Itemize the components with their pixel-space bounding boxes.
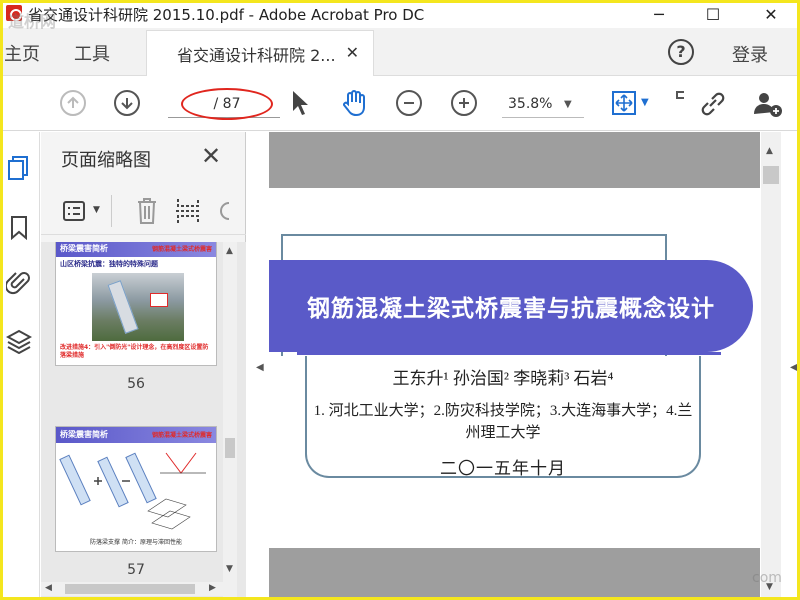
menu-home[interactable]: 主页 bbox=[4, 40, 40, 66]
zoom-level[interactable]: 35.8% bbox=[508, 96, 552, 112]
minimize-button[interactable]: ─ bbox=[636, 0, 682, 28]
delete-icon[interactable] bbox=[135, 196, 159, 226]
document-view[interactable]: 钢筋混凝土梁式桥震害与抗震概念设计 王东升¹ 孙治国² 李晓莉³ 石岩⁴ 1. … bbox=[247, 132, 800, 597]
fit-page-icon[interactable] bbox=[610, 89, 638, 117]
panel-close-icon[interactable]: ✕ bbox=[201, 142, 221, 170]
close-tab-icon[interactable]: ✕ bbox=[346, 43, 359, 62]
thumbnail-hscrollbar[interactable]: ◀ ▶ bbox=[41, 582, 223, 596]
options-icon[interactable] bbox=[63, 199, 89, 223]
title-bar: 省交通设计科研院 2015.10.pdf - Adobe Acrobat Pro… bbox=[0, 0, 800, 28]
login-button[interactable]: 登录 bbox=[732, 41, 768, 67]
zoom-underline bbox=[502, 117, 584, 118]
watermark-top-left: 道桥网 bbox=[8, 12, 57, 31]
rotate-icon[interactable] bbox=[217, 199, 231, 223]
thumb-subtitle: 山区桥梁抗震：独特的特殊问题 bbox=[60, 260, 158, 268]
extract-page-icon[interactable] bbox=[175, 196, 201, 226]
thumb-tag: 钢筋混凝土梁式桥震害 bbox=[151, 246, 212, 253]
thumbnails-list: 桥梁震害简析 钢筋混凝土梁式桥震害 山区桥梁抗震：独特的特殊问题 改进措施4：引… bbox=[41, 242, 246, 597]
options-dropdown-icon[interactable]: ▼ bbox=[93, 205, 100, 215]
window-title: 省交通设计科研院 2015.10.pdf - Adobe Acrobat Pro… bbox=[28, 6, 425, 24]
bookmark-icon[interactable] bbox=[6, 214, 32, 240]
thumb-tag: 钢筋混凝土梁式桥震害 bbox=[151, 432, 212, 439]
menu-tools[interactable]: 工具 bbox=[74, 40, 110, 66]
maximize-button[interactable]: ☐ bbox=[690, 0, 736, 28]
watermark-bottom-right: com bbox=[752, 570, 782, 586]
link-icon[interactable] bbox=[698, 89, 728, 119]
slide-date: 二〇一五年十月 bbox=[440, 459, 566, 478]
banner-underline bbox=[297, 352, 721, 355]
thumb-caption: 防落梁支撑 简介：原理与滞回性能 bbox=[90, 539, 182, 546]
document-tab-label: 省交通设计科研院 2... bbox=[177, 45, 336, 65]
scroll-up-icon[interactable]: ▲ bbox=[226, 246, 233, 256]
slide-authors: 王东升¹ 孙治国² 李晓莉³ 石岩⁴ bbox=[392, 369, 614, 388]
next-page-icon[interactable] bbox=[114, 90, 140, 116]
scroll-right-icon[interactable]: ▶ bbox=[209, 583, 216, 593]
panel-toggle-icon[interactable] bbox=[676, 91, 684, 99]
scroll-left-icon[interactable]: ◀ bbox=[45, 583, 52, 593]
expand-right-panel-icon[interactable]: ◀ bbox=[790, 362, 798, 373]
layers-icon[interactable] bbox=[6, 328, 32, 354]
thumbnail-hscroll-thumb[interactable] bbox=[65, 584, 195, 594]
document-scroll-thumb[interactable] bbox=[763, 166, 779, 184]
page-thumbnails-icon[interactable] bbox=[6, 154, 32, 180]
thumbnail-panel: 页面缩略图 ✕ ▼ 桥梁震害简析 钢筋混凝土梁式桥震害 山区桥梁抗震：独特的特殊… bbox=[41, 132, 246, 597]
close-window-button[interactable]: ✕ bbox=[748, 0, 794, 28]
zoom-in-icon[interactable] bbox=[451, 90, 477, 116]
toolbar-divider bbox=[111, 195, 112, 227]
document-tab[interactable]: 省交通设计科研院 2... ✕ bbox=[146, 30, 374, 76]
zoom-out-icon[interactable] bbox=[396, 90, 422, 116]
thumb-red-note: 改进措施4：引入"倒防光"设计理念，在高烈度区设置防落梁措施 bbox=[60, 344, 209, 359]
thumbnail-scroll-thumb[interactable] bbox=[225, 438, 235, 458]
navigation-rail bbox=[0, 132, 40, 597]
scroll-down-icon[interactable]: ▼ bbox=[226, 564, 233, 574]
collapse-left-panel-icon[interactable]: ◀ bbox=[256, 362, 264, 373]
doc-scroll-up-icon[interactable]: ▲ bbox=[766, 146, 773, 156]
fit-dropdown-icon[interactable]: ▼ bbox=[641, 97, 649, 108]
thumb-photo bbox=[92, 273, 184, 341]
add-user-icon[interactable] bbox=[752, 88, 784, 120]
slide-title: 钢筋混凝土梁式桥震害与抗震概念设计 bbox=[307, 296, 715, 321]
prev-page-icon[interactable] bbox=[60, 90, 86, 116]
panel-title: 页面缩略图 bbox=[61, 150, 151, 171]
select-cursor-icon[interactable] bbox=[290, 89, 310, 117]
thumbnail-scrollbar[interactable]: ▲ ▼ bbox=[223, 242, 237, 597]
title-banner: 钢筋混凝土梁式桥震害与抗震概念设计 bbox=[269, 260, 753, 352]
thumbnail-page-56[interactable]: 桥梁震害简析 钢筋混凝土梁式桥震害 山区桥梁抗震：独特的特殊问题 改进措施4：引… bbox=[55, 242, 217, 366]
help-icon[interactable]: ? bbox=[668, 39, 694, 65]
toolbar: / 87 35.8% ▼ ▼ bbox=[0, 77, 800, 131]
zoom-dropdown-icon[interactable]: ▼ bbox=[564, 99, 572, 110]
page-input-highlight-oval bbox=[181, 88, 273, 120]
panel-toolbar: ▼ bbox=[41, 187, 246, 235]
thumbnail-page-number-56: 56 bbox=[127, 376, 145, 392]
thumbnail-page-57[interactable]: 桥梁震害简析 钢筋混凝土梁式桥震害 防落梁支撑 简介：原理与滞回性能 bbox=[55, 426, 217, 552]
hand-tool-icon[interactable] bbox=[340, 88, 370, 118]
thumbnail-page-number-57: 57 bbox=[127, 562, 145, 578]
attachment-icon[interactable] bbox=[6, 270, 32, 296]
slide-affiliations: 1. 河北工业大学；2.防灾科技学院；3.大连海事大学；4.兰州理工大学 bbox=[313, 403, 693, 441]
document-scrollbar[interactable]: ▲ ▼ bbox=[761, 132, 781, 597]
thumb-diagram bbox=[59, 452, 206, 530]
